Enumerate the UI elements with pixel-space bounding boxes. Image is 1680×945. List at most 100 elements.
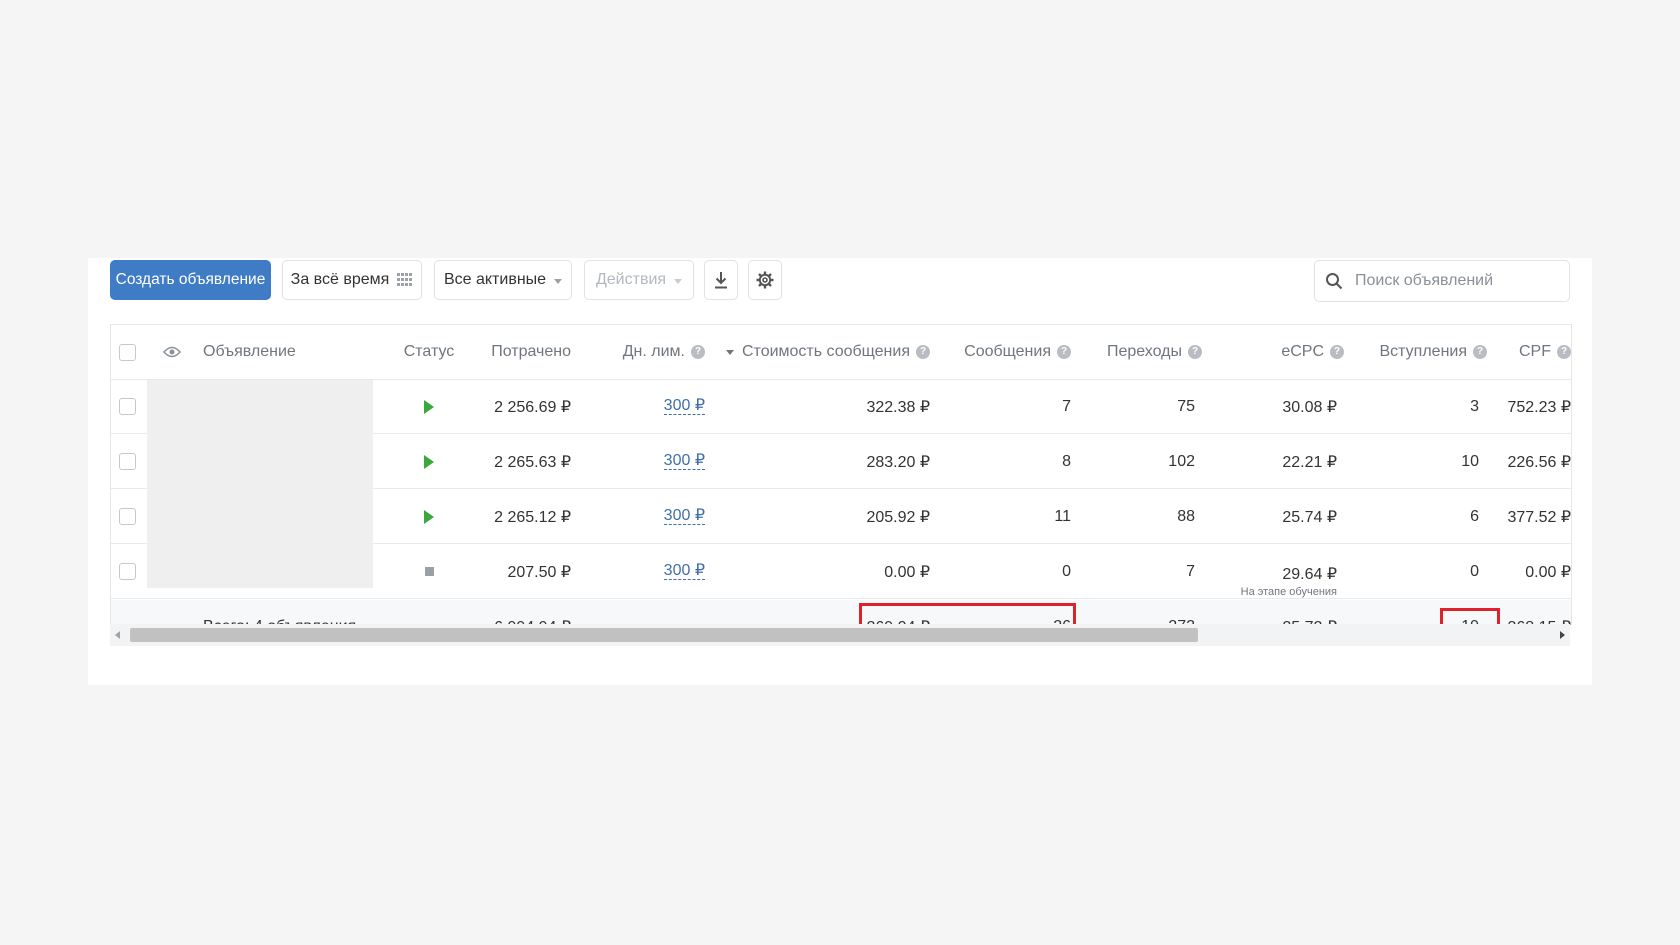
chevron-down-icon: [554, 278, 563, 284]
select-all-checkbox[interactable]: [119, 343, 136, 361]
row-checkbox[interactable]: [119, 398, 136, 415]
gear-icon: [756, 271, 774, 289]
help-icon[interactable]: ?: [1557, 345, 1571, 359]
clicks-value: 88: [1177, 507, 1195, 525]
total-cpf: 368.15 ₽: [1507, 600, 1571, 625]
spent-value: 2 265.12 ₽: [494, 508, 571, 526]
search-input[interactable]: [1353, 271, 1557, 291]
cost-per-message-value: 205.92 ₽: [866, 508, 930, 526]
total-clicks: 272: [1168, 600, 1195, 625]
sort-desc-icon: [725, 349, 734, 355]
highlight-box-joins: [1440, 608, 1500, 625]
col-spent-label: Потрачено: [491, 343, 571, 360]
ecpc-value: 22.21 ₽: [1282, 453, 1337, 471]
stop-status-icon: [424, 567, 434, 576]
help-icon[interactable]: ?: [916, 345, 930, 359]
settings-button[interactable]: [748, 260, 782, 300]
col-cpf-label: CPF: [1519, 343, 1551, 360]
play-status-icon: [424, 399, 434, 414]
col-status-label: Статус: [403, 343, 455, 360]
col-cpf[interactable]: CPF?: [1519, 325, 1571, 379]
col-spent[interactable]: Потрачено: [491, 325, 571, 379]
daily-limit-link[interactable]: 300 ₽: [663, 453, 705, 470]
clicks-value: 7: [1186, 562, 1195, 580]
spent-value: 2 265.63 ₽: [494, 453, 571, 471]
col-messages-label: Сообщения: [964, 343, 1051, 360]
spent-value: 2 256.69 ₽: [494, 398, 571, 416]
col-ad-label: Объявление: [203, 343, 296, 360]
ad-thumbnails: [147, 380, 373, 588]
col-cost-per-message[interactable]: Стоимость сообщения?: [725, 325, 930, 379]
help-icon[interactable]: ?: [1188, 345, 1202, 359]
play-status-icon: [424, 509, 434, 524]
ads-table: Объявление Статус Потрачено Дн. лим.? Ст…: [110, 324, 1572, 625]
joins-value: 3: [1470, 397, 1479, 415]
row-checkbox[interactable]: [119, 453, 136, 470]
col-ecpc[interactable]: eCPC?: [1281, 325, 1344, 379]
scroll-left-icon[interactable]: [115, 631, 120, 639]
col-clicks-label: Переходы: [1106, 343, 1182, 360]
filter-label: Все активные: [443, 271, 547, 288]
total-spent: 6 994.94 ₽: [494, 600, 571, 625]
col-joins-label: Вступления: [1379, 343, 1467, 360]
filter-dropdown[interactable]: Все активные: [434, 260, 572, 300]
eye-icon[interactable]: [163, 346, 181, 358]
scroll-right-icon[interactable]: [1560, 631, 1565, 639]
col-ecpc-label: eCPC: [1281, 343, 1324, 360]
search-field[interactable]: [1314, 260, 1570, 302]
col-status[interactable]: Статус: [403, 325, 455, 379]
create-ad-label: Создать объявление: [115, 271, 266, 288]
download-icon: [715, 272, 727, 289]
period-button[interactable]: За всё время: [282, 260, 422, 300]
totals-label: Всего: 4 объявления: [203, 600, 356, 625]
row-checkbox[interactable]: [119, 508, 136, 525]
horizontal-scrollbar[interactable]: [110, 624, 1570, 646]
cost-per-message-value: 283.20 ₽: [866, 453, 930, 471]
download-button[interactable]: [704, 260, 738, 300]
select-all-cell: [119, 325, 136, 379]
actions-dropdown[interactable]: Действия: [584, 260, 694, 300]
actions-label: Действия: [595, 271, 667, 288]
cost-per-message-value: 0.00 ₽: [884, 563, 930, 581]
col-daily-limit-label: Дн. лим.: [622, 343, 685, 360]
help-icon[interactable]: ?: [1473, 345, 1487, 359]
col-messages[interactable]: Сообщения?: [964, 325, 1071, 379]
daily-limit-link[interactable]: 300 ₽: [663, 398, 705, 415]
help-icon[interactable]: ?: [1330, 345, 1344, 359]
spent-value: 207.50 ₽: [507, 563, 571, 581]
calendar-grid-icon: [397, 273, 413, 286]
ecpc-value: 29.64 ₽: [1282, 566, 1337, 583]
highlight-box-messages: [859, 603, 1076, 625]
chevron-down-icon: [674, 278, 683, 284]
clicks-value: 75: [1177, 397, 1195, 415]
joins-value: 10: [1461, 452, 1479, 470]
col-joins[interactable]: Вступления?: [1379, 325, 1487, 379]
col-ad[interactable]: Объявление: [203, 325, 296, 379]
ads-panel: Создать объявление За всё время Все акти…: [88, 258, 1592, 685]
row-checkbox[interactable]: [119, 563, 136, 580]
daily-limit-link[interactable]: 300 ₽: [663, 563, 705, 580]
messages-value: 7: [1062, 397, 1071, 415]
create-ad-button[interactable]: Создать объявление: [110, 260, 271, 300]
scrollbar-thumb[interactable]: [130, 628, 1198, 642]
messages-value: 11: [1054, 507, 1071, 525]
cpf-value: 752.23 ₽: [1507, 398, 1571, 416]
messages-value: 8: [1062, 452, 1071, 470]
daily-limit-link[interactable]: 300 ₽: [663, 508, 705, 525]
cost-per-message-value: 322.38 ₽: [866, 398, 930, 416]
ecpc-value: 25.74 ₽: [1282, 508, 1337, 526]
table-header: Объявление Статус Потрачено Дн. лим.? Ст…: [111, 325, 1571, 380]
col-cost-per-message-label: Стоимость сообщения: [741, 343, 910, 360]
cpf-value: 0.00 ₽: [1525, 563, 1571, 581]
help-icon[interactable]: ?: [1057, 345, 1071, 359]
help-icon[interactable]: ?: [691, 345, 705, 359]
col-daily-limit[interactable]: Дн. лим.?: [623, 325, 705, 379]
total-ecpc: 25.72 ₽: [1282, 600, 1337, 625]
visibility-cell: [163, 325, 181, 379]
col-clicks[interactable]: Переходы?: [1107, 325, 1202, 379]
messages-value: 0: [1062, 562, 1071, 580]
play-status-icon: [424, 454, 434, 469]
joins-value: 0: [1470, 562, 1479, 580]
cpf-value: 226.56 ₽: [1507, 453, 1571, 471]
ecpc-cell: 29.64 ₽ На этапе обучения: [1241, 545, 1337, 598]
